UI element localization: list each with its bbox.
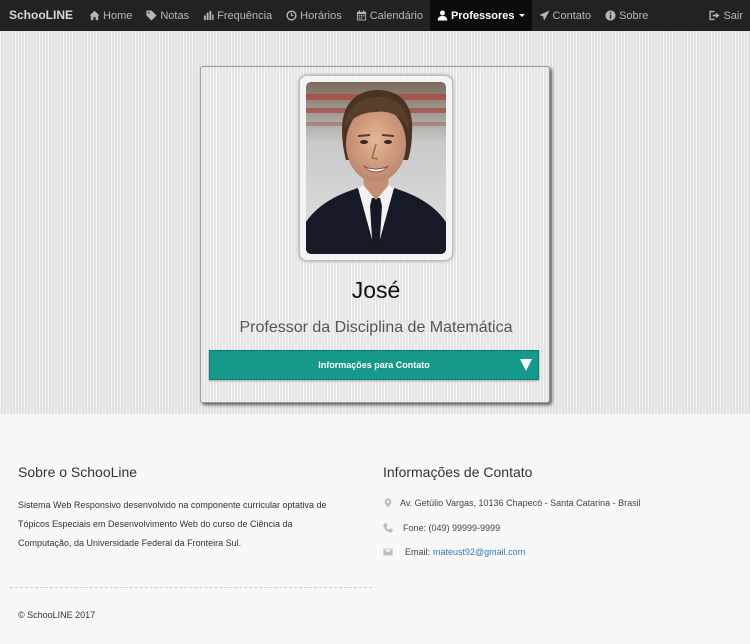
phone-icon: [383, 523, 393, 533]
nav-professores[interactable]: Professores: [429, 0, 532, 31]
photo-frame: [299, 75, 453, 261]
contact-phone: Fone: (049) 99999-9999: [383, 523, 500, 533]
nav-frequencia-label: Frequência: [217, 9, 273, 22]
professor-subtitle: Professor da Disciplina de Matemática: [239, 319, 513, 336]
nav-calendario[interactable]: Calendário: [349, 0, 430, 31]
top-navbar: SchooLINE Home Notas Frequência Horários…: [0, 0, 750, 31]
info-icon: [605, 10, 616, 21]
contact-email: Email: mateust92@gmail.com: [383, 547, 525, 557]
nav-sobre-label: Sobre: [619, 9, 649, 22]
calendar-icon: [356, 10, 367, 21]
nav-professores-label: Professores: [450, 9, 515, 22]
nav-logout[interactable]: Sair: [702, 0, 750, 31]
footer: Sobre o SchooLine Sistema Web Responsivo…: [0, 414, 750, 644]
chevron-down-icon: [518, 14, 525, 17]
logout-icon: [709, 10, 720, 21]
about-title: Sobre o SchooLine: [18, 464, 138, 480]
nav-logout-label: Sair: [723, 9, 743, 22]
map-marker-icon: [383, 498, 393, 508]
footer-divider: [10, 587, 372, 588]
nav-frequencia[interactable]: Frequência: [196, 0, 279, 31]
nav-home-label: Home: [103, 9, 133, 22]
contact-address-text: Av. Getúlio Vargas, 10136 Chapecó - Sant…: [400, 498, 641, 508]
nav-notas-label: Notas: [160, 9, 190, 22]
nav-sobre[interactable]: Sobre: [598, 0, 655, 31]
nav-horarios[interactable]: Horários: [279, 0, 349, 31]
send-icon: [538, 10, 550, 21]
copyright-text: © SchooLINE 2017: [18, 610, 96, 620]
bar-chart-icon: [203, 10, 214, 21]
contact-email-link[interactable]: mateust92@gmail.com: [433, 547, 525, 557]
tag-icon: [146, 10, 157, 21]
nav-home[interactable]: Home: [82, 0, 139, 31]
contact-address: Av. Getúlio Vargas, 10136 Chapecó - Sant…: [383, 498, 641, 508]
contact-title: Informações de Contato: [383, 464, 533, 480]
profile-section: José Professor da Disciplina de Matemáti…: [0, 31, 750, 414]
profile-card: José Professor da Disciplina de Matemáti…: [200, 66, 550, 403]
brand-logo[interactable]: SchooLINE: [0, 0, 82, 31]
contact-phone-text: Fone: (049) 99999-9999: [403, 523, 501, 533]
nav-calendario-label: Calendário: [369, 9, 423, 22]
contact-email-label: Email:: [405, 547, 431, 557]
professor-photo: [306, 82, 446, 254]
nav-horarios-label: Horários: [300, 9, 342, 22]
about-text: Sistema Web Responsivo desenvolvido na c…: [18, 500, 327, 548]
contact-info-button-label: Informações para Contato: [318, 360, 430, 370]
triangle-down-icon: [520, 359, 532, 371]
nav-notas[interactable]: Notas: [139, 0, 196, 31]
user-icon: [437, 10, 448, 21]
professor-name: José: [351, 277, 401, 303]
envelope-icon: [383, 547, 393, 557]
nav-contato[interactable]: Contato: [532, 0, 599, 31]
home-icon: [89, 10, 100, 21]
clock-icon: [286, 10, 297, 21]
contact-info-button[interactable]: Informações para Contato: [209, 350, 539, 380]
nav-contato-label: Contato: [552, 9, 592, 22]
